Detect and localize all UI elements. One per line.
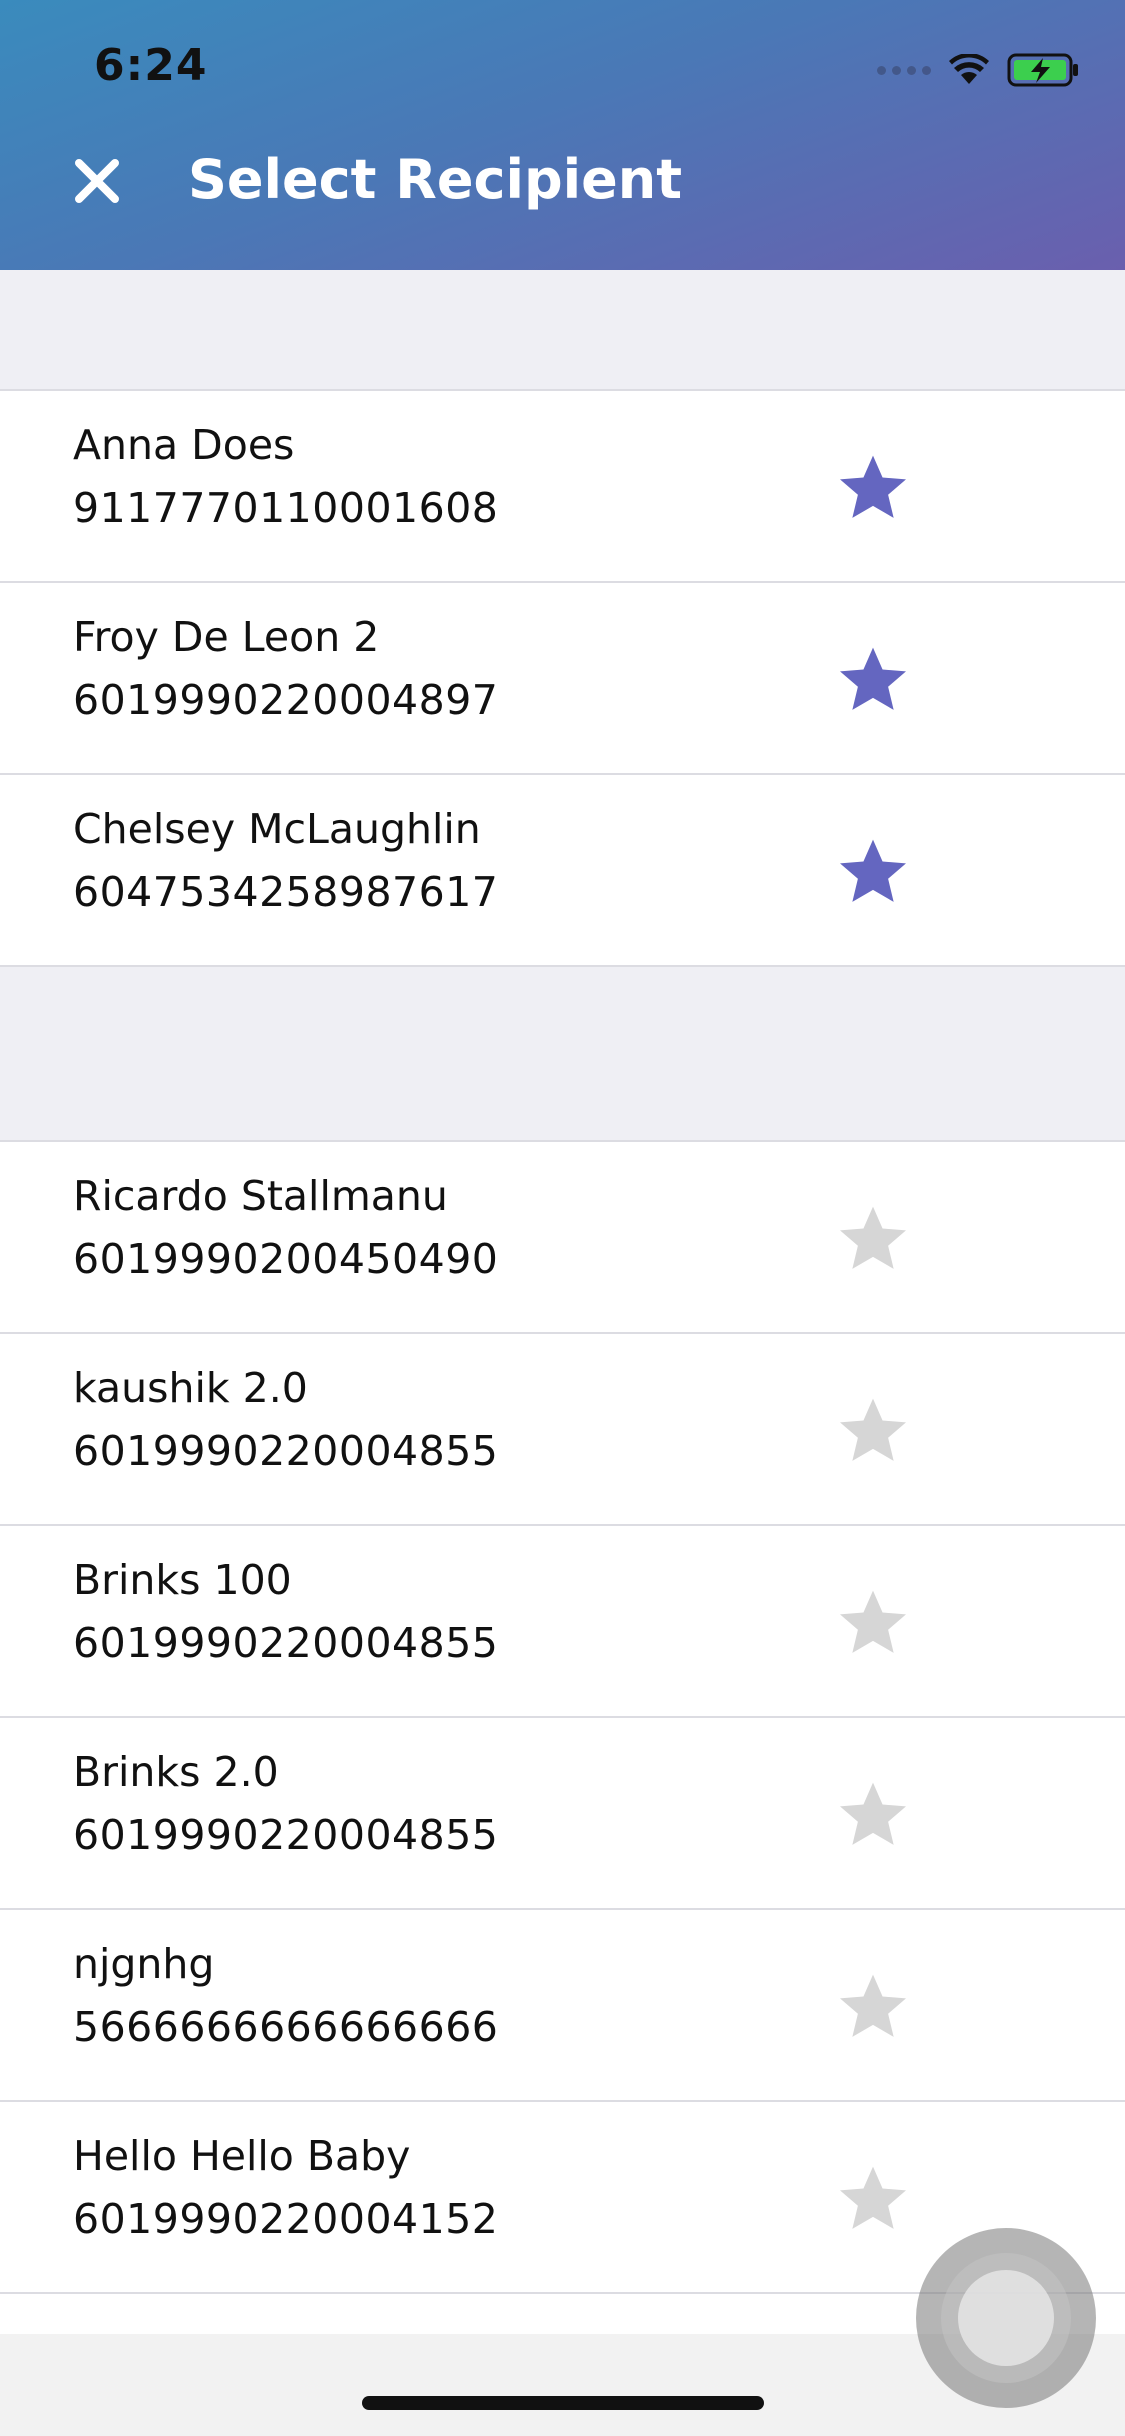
recipient-row[interactable]: Chelsey McLaughlin 6047534258987617 [0,775,1125,967]
assistive-touch-button[interactable] [916,2228,1096,2408]
recipient-number: 9117770110001608 [73,484,499,532]
home-indicator[interactable] [362,2396,764,2410]
favorites-list: Anna Does 9117770110001608 Froy De Leon … [0,391,1125,967]
recipient-row[interactable]: njgnhg 5666666666666666 [0,1910,1125,2102]
recipient-row[interactable]: Ricardo Stallmanu 6019990200450490 [0,1142,1125,1334]
battery-charging-icon [1007,53,1078,87]
recipient-number: 6047534258987617 [73,868,499,916]
recipient-name: kaushik 2.0 [73,1364,308,1412]
star-outline-icon[interactable] [836,2162,910,2236]
section-header-favorites [0,270,1125,391]
recipient-number: 6019990220004855 [73,1811,499,1859]
page-title: Select Recipient [188,148,683,211]
status-icons [877,50,1081,90]
status-time: 6:24 [94,40,208,91]
close-button[interactable] [62,150,132,212]
recipient-number: 6019990200450490 [73,1235,499,1283]
assistive-touch-ring-icon [941,2253,1071,2383]
recipient-name: Anna Does [73,421,295,469]
recipient-name: njgnhg [73,1940,215,1988]
star-outline-icon[interactable] [836,1394,910,1468]
recipient-name: Brinks 100 [73,1556,292,1604]
star-outline-icon[interactable] [836,1970,910,2044]
star-filled-icon[interactable] [836,835,910,909]
recipient-number: 6019990220004855 [73,1619,499,1667]
recipient-row[interactable]: Brinks 2.0 6019990220004855 [0,1718,1125,1910]
recipient-number: 6019990220004855 [73,1427,499,1475]
recipient-name: Chelsey McLaughlin [73,805,481,853]
wifi-icon [949,54,989,84]
recipient-row[interactable]: Anna Does 9117770110001608 [0,391,1125,583]
recipient-row[interactable]: kaushik 2.0 6019990220004855 [0,1334,1125,1526]
recipient-number: 6019990220004152 [73,2195,499,2243]
recipient-name: Hello Hello Baby [73,2132,411,2180]
recipient-row[interactable]: Brinks 100 6019990220004855 [0,1526,1125,1718]
recipient-row[interactable]: Froy De Leon 2 6019990220004897 [0,583,1125,775]
close-icon [75,159,119,203]
section-header-recipients [0,965,1125,1142]
star-outline-icon[interactable] [836,1202,910,1276]
star-filled-icon[interactable] [836,451,910,525]
recipient-number: 5666666666666666 [73,2003,499,2051]
cellular-signal-icon [877,65,931,75]
star-outline-icon[interactable] [836,1586,910,1660]
recipient-number: 6019990220004897 [73,676,499,724]
star-filled-icon[interactable] [836,643,910,717]
recipients-list: Ricardo Stallmanu 6019990200450490 kaush… [0,1142,1125,2294]
recipient-name: Ricardo Stallmanu [73,1172,448,1220]
navigation-header: 6:24 Select Recipient [0,0,1125,270]
recipient-name: Brinks 2.0 [73,1748,279,1796]
star-outline-icon[interactable] [836,1778,910,1852]
recipient-name: Froy De Leon 2 [73,613,380,661]
